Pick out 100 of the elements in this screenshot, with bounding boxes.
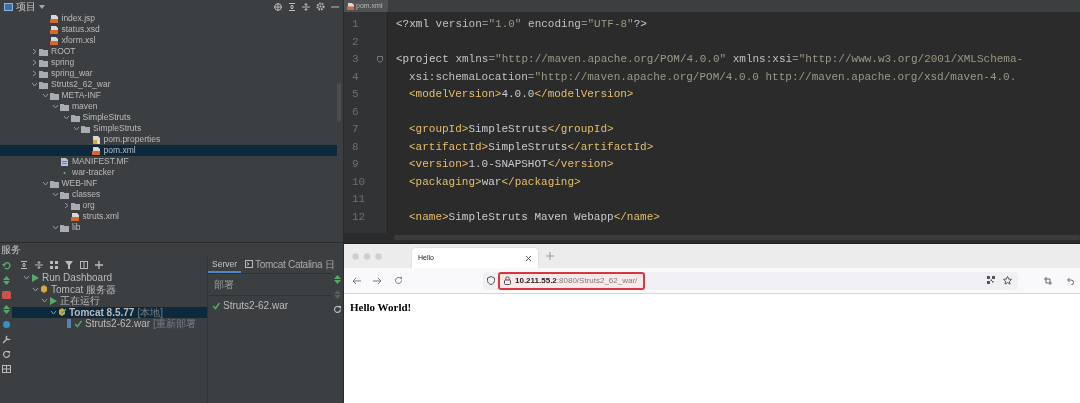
tree-item[interactable]: MANIFEST.MF bbox=[0, 156, 337, 167]
line-number: 6 bbox=[352, 104, 360, 120]
url-text[interactable]: 10.211.55.2:8080/Struts2_62_war/ bbox=[515, 274, 638, 287]
file-name: xform.xsl bbox=[61, 34, 96, 47]
chevron-icon[interactable] bbox=[41, 92, 49, 99]
tree-item[interactable]: SimpleStruts bbox=[0, 123, 337, 134]
chevron-icon[interactable] bbox=[31, 81, 38, 88]
tree-item[interactable]: struts.xml bbox=[0, 211, 337, 222]
tree-item[interactable]: lib bbox=[0, 222, 337, 233]
code-line: <project xmlns="http://maven.apache.org/POM/4.0.0" xmlns:xsi="http://www.w3.org/2001/XMLSchema- bbox=[396, 52, 1025, 67]
refresh-icon[interactable] bbox=[1, 350, 11, 359]
panel-title: 项目 bbox=[16, 0, 36, 13]
deployment-name[interactable]: Struts2-62.war bbox=[223, 298, 289, 313]
chevron-icon[interactable] bbox=[41, 297, 48, 305]
deploy-icon[interactable] bbox=[1, 276, 11, 285]
tree-item[interactable]: spring_war bbox=[0, 68, 337, 79]
folder-name: SimpleStruts bbox=[82, 111, 131, 124]
lock-icon[interactable] bbox=[504, 276, 511, 285]
expand-all-icon[interactable] bbox=[288, 2, 296, 11]
tree-item[interactable]: status.xsd bbox=[0, 24, 337, 35]
tree-item[interactable]: classes bbox=[0, 189, 337, 200]
tree-item[interactable]: ROOT bbox=[0, 46, 337, 57]
tree-item[interactable]: SimpleStruts bbox=[0, 112, 337, 123]
address-bar[interactable]: 10.211.55.2:8080/Struts2_62_war/ bbox=[483, 271, 1018, 290]
folder-name: Struts2_62_war bbox=[51, 78, 111, 91]
folder-name: SimpleStruts bbox=[93, 122, 142, 135]
chevron-icon[interactable] bbox=[62, 202, 70, 209]
chevron-icon[interactable] bbox=[52, 103, 59, 110]
chevron-icon[interactable] bbox=[31, 70, 38, 77]
code-line: <?xml version="1.0" encoding="UTF-8"?> bbox=[396, 17, 648, 32]
wrench-icon[interactable] bbox=[1, 335, 11, 344]
fold-icon[interactable] bbox=[377, 56, 383, 63]
add-icon[interactable] bbox=[95, 260, 103, 269]
collapse-all-icon[interactable] bbox=[35, 260, 43, 269]
page-heading: Hello World! bbox=[350, 300, 413, 315]
qr-code-icon[interactable] bbox=[987, 276, 995, 284]
back-icon[interactable] bbox=[352, 276, 361, 285]
chevron-icon[interactable] bbox=[50, 308, 57, 316]
tree-item[interactable]: index.jsp bbox=[0, 13, 337, 24]
chevron-icon[interactable] bbox=[32, 285, 39, 293]
chevron-icon[interactable] bbox=[52, 224, 59, 231]
forward-icon[interactable] bbox=[373, 276, 382, 285]
chevron-icon[interactable] bbox=[62, 114, 70, 121]
caret-icon[interactable] bbox=[39, 4, 45, 9]
shield-icon[interactable] bbox=[487, 276, 495, 285]
chevron-icon[interactable] bbox=[23, 274, 30, 282]
tree-item[interactable]: Struts2_62_war bbox=[0, 79, 337, 90]
line-number: 9 bbox=[352, 157, 360, 172]
server-icon bbox=[40, 285, 48, 294]
tree-item[interactable]: war-tracker bbox=[0, 167, 337, 178]
chevron-icon[interactable] bbox=[73, 125, 80, 132]
crop-icon[interactable] bbox=[1044, 276, 1052, 285]
reload-icon[interactable] bbox=[394, 276, 403, 285]
server-running-icon bbox=[58, 308, 66, 317]
chevron-icon[interactable] bbox=[31, 59, 38, 66]
close-icon[interactable] bbox=[525, 254, 532, 262]
tree-item[interactable]: WEB-INF bbox=[0, 178, 337, 189]
tab[interactable]: Server bbox=[208, 257, 242, 273]
project-icon bbox=[4, 2, 13, 11]
rerun-icon[interactable] bbox=[1, 261, 11, 270]
collapse-all-icon[interactable] bbox=[302, 2, 310, 11]
service-name: Run Dashboard bbox=[42, 271, 113, 285]
section-heading: 部署 bbox=[208, 274, 331, 296]
undo-icon[interactable] bbox=[1066, 276, 1074, 285]
tree-item[interactable]: spring bbox=[0, 57, 337, 68]
crosshair-icon[interactable] bbox=[274, 2, 282, 11]
chevron-icon[interactable] bbox=[52, 191, 59, 198]
file-name: MANIFEST.MF bbox=[72, 155, 129, 168]
stop-icon[interactable] bbox=[1, 291, 11, 299]
layout-icon[interactable] bbox=[80, 260, 88, 269]
layout-icon[interactable] bbox=[1, 365, 11, 373]
group-icon[interactable] bbox=[50, 260, 58, 269]
refresh-icon[interactable] bbox=[332, 305, 342, 314]
tab[interactable]: Tomcat Catalina 日 bbox=[241, 257, 339, 273]
debug-icon[interactable] bbox=[1, 320, 11, 329]
tree-item[interactable]: org bbox=[0, 200, 337, 211]
filter-icon[interactable] bbox=[65, 260, 73, 269]
update-icon[interactable] bbox=[1, 305, 11, 314]
line-number: 11 bbox=[352, 192, 366, 207]
service-item[interactable]: 正在运行 bbox=[12, 295, 207, 307]
settings-icon[interactable] bbox=[316, 2, 325, 11]
tree-item[interactable]: maven bbox=[0, 101, 337, 112]
code-line: <groupId>SimpleStruts</groupId> bbox=[408, 122, 615, 137]
service-item[interactable]: Tomcat 服务器 bbox=[12, 283, 207, 295]
chevron-icon[interactable] bbox=[41, 180, 49, 187]
expand-all-icon[interactable] bbox=[20, 260, 28, 269]
properties-file-icon bbox=[91, 135, 101, 144]
tree-item[interactable]: xform.xsl bbox=[0, 35, 337, 46]
service-item[interactable]: Run Dashboard bbox=[12, 272, 207, 284]
xml-file-icon bbox=[91, 146, 101, 155]
file-name: struts.xml bbox=[82, 210, 119, 223]
chevron-icon[interactable] bbox=[31, 48, 38, 55]
folder-name: classes bbox=[72, 188, 101, 201]
service-item[interactable]: Tomcat 8.5.77 [本地] bbox=[12, 306, 207, 318]
minimize-icon[interactable] bbox=[331, 5, 339, 8]
tree-item[interactable]: pom.xml bbox=[0, 145, 337, 156]
tree-item[interactable]: META-INF bbox=[0, 90, 337, 101]
star-icon[interactable] bbox=[1003, 276, 1012, 285]
deploy-icon[interactable] bbox=[332, 275, 342, 284]
tree-item[interactable]: pom.properties bbox=[0, 134, 337, 145]
